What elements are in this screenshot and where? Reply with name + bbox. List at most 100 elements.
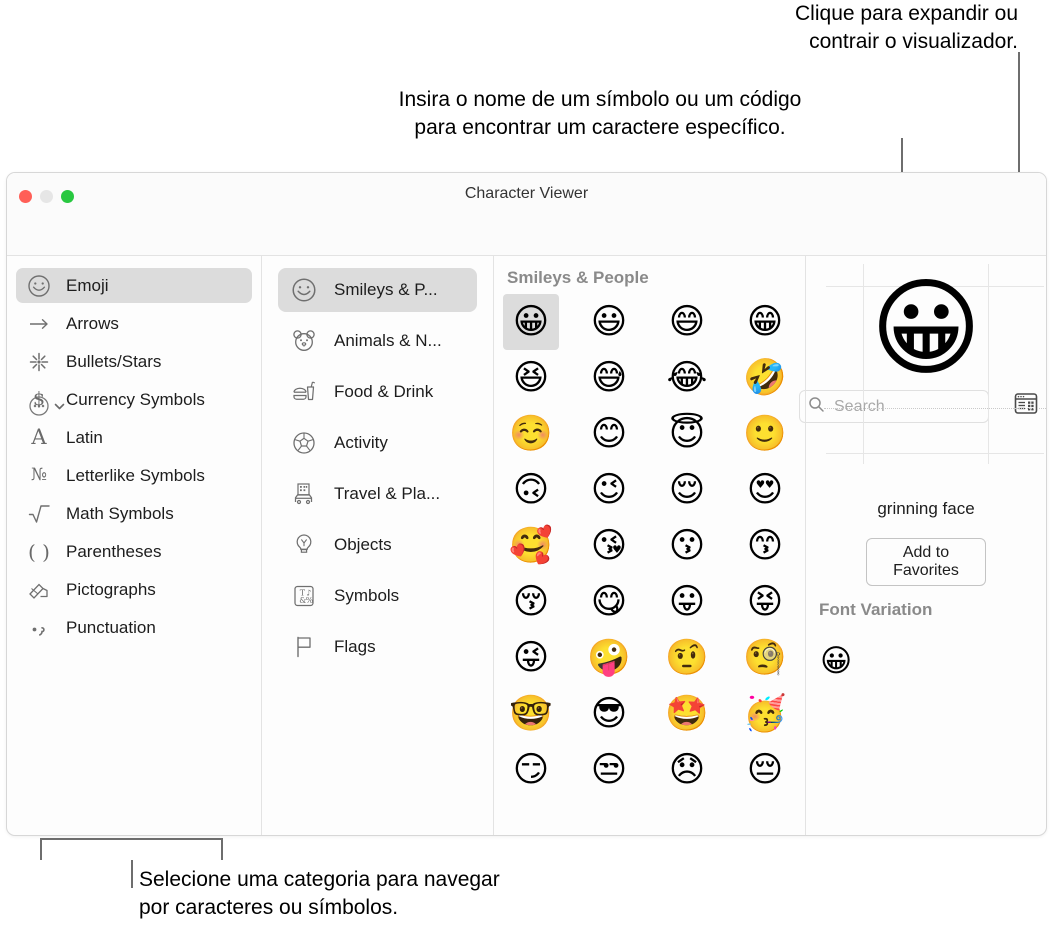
sidebar-item-label: Letterlike Symbols xyxy=(66,465,205,485)
character-cell[interactable]: 😉 xyxy=(581,462,637,518)
annotation-categories: Selecione uma categoria para navegar por… xyxy=(139,868,500,919)
sidebar-item-pictographs[interactable]: Pictographs xyxy=(16,572,252,607)
character-cell[interactable]: 🙂 xyxy=(737,406,793,462)
character-cell[interactable]: 😜 xyxy=(503,630,559,686)
character-cell[interactable]: 😝 xyxy=(737,574,793,630)
character-cell[interactable]: 🤓 xyxy=(503,686,559,742)
subcategory-item-label: Flags xyxy=(334,637,376,656)
subcategory-item-label: Food & Drink xyxy=(334,382,434,401)
character-cell[interactable]: 😎 xyxy=(581,686,637,742)
dollar-sign-icon: $ xyxy=(32,388,46,410)
page-title: Character Viewer xyxy=(464,185,589,202)
sidebar-item-label: Bullets/Stars xyxy=(66,351,162,371)
character-cell[interactable]: 🧐 xyxy=(737,630,793,686)
subcategory-item-activity[interactable]: Activity xyxy=(278,421,477,465)
character-cell[interactable]: 😍 xyxy=(737,462,793,518)
punctuation-icon xyxy=(26,615,52,641)
sidebar-item-math-symbols[interactable]: Math Symbols xyxy=(16,496,252,531)
symbols-box-icon: T ♪ &% xyxy=(290,582,318,610)
subcategory-item-flags[interactable]: Flags xyxy=(278,625,477,669)
character-cell[interactable]: 😏 xyxy=(503,742,559,798)
character-cell[interactable]: ☺️ xyxy=(503,406,559,462)
lightbulb-icon xyxy=(290,531,318,559)
letter-a-icon: A xyxy=(31,425,47,449)
bracket-top xyxy=(40,838,223,840)
window-titlebar: Character Viewer xyxy=(7,173,1046,256)
character-cell[interactable]: 😂 xyxy=(659,350,715,406)
subcategory-item-travel-pla[interactable]: Travel & Pla... xyxy=(278,472,477,516)
add-to-favorites-button[interactable]: Add to Favorites xyxy=(866,538,986,586)
character-cell[interactable]: 🤣 xyxy=(737,350,793,406)
preview-panel: 😀 grinning face Add to Favorites Font Va… xyxy=(806,256,1046,835)
sidebar-item-parentheses[interactable]: ( ) Parentheses xyxy=(16,534,252,569)
sidebar-item-label: Parentheses xyxy=(66,541,162,561)
sidebar-item-currency-symbols[interactable]: $ Currency Symbols xyxy=(16,382,252,417)
smiley-face-icon xyxy=(290,276,318,304)
character-grid: 😀 😃 😄 😁 😆 😅 😂 🤣 ☺️ 😊 😇 🙂 🙃 😉 😌 😍 🥰 😘 😗 😙 😚 😋 😛 😝 😜 🤪 🤨 🧐 🤓 😎 🤩 🥳 😏 😒 😞 😔 xyxy=(503,294,805,798)
subcategory-item-label: Symbols xyxy=(334,586,400,605)
character-cell[interactable]: 😒 xyxy=(581,742,637,798)
character-cell[interactable]: 😗 xyxy=(659,518,715,574)
svg-text:%: % xyxy=(306,596,314,605)
sidebar-item-label: Latin xyxy=(66,427,103,447)
character-cell[interactable]: 😋 xyxy=(581,574,637,630)
numero-sign-icon: № xyxy=(30,465,48,485)
sidebar-item-label: Currency Symbols xyxy=(66,389,205,409)
subcategory-item-animals-n[interactable]: Animals & N... xyxy=(278,319,477,363)
character-cell[interactable]: 🥰 xyxy=(503,518,559,574)
character-cell[interactable]: 😆 xyxy=(503,350,559,406)
character-cell[interactable]: 😄 xyxy=(659,294,715,350)
character-cell[interactable]: 🤪 xyxy=(581,630,637,686)
subcategory-item-smileys-p[interactable]: Smileys & P... xyxy=(278,268,477,312)
sidebar-item-label: Emoji xyxy=(66,275,109,295)
smiley-face-icon xyxy=(26,273,52,299)
sidebar-item-punctuation[interactable]: Punctuation xyxy=(16,610,252,645)
sidebar-item-bullets-stars[interactable]: Bullets/Stars xyxy=(16,344,252,379)
subcategory-item-label: Smileys & P... xyxy=(334,280,438,299)
character-cell[interactable]: 😀 xyxy=(503,294,559,350)
pictograph-hand-icon xyxy=(26,577,52,603)
font-variation-list: 😀 xyxy=(820,646,852,677)
character-cell[interactable]: 😅 xyxy=(581,350,637,406)
character-grid-panel: Smileys & People 😀 😃 😄 😁 😆 😅 😂 🤣 ☺️ 😊 😇 🙂 🙃 😉 😌 😍 🥰 😘 😗 😙 😚 😋… xyxy=(494,256,806,835)
sidebar-item-latin[interactable]: A Latin xyxy=(16,420,252,455)
flag-icon xyxy=(290,633,318,661)
character-cell[interactable]: 😞 xyxy=(659,742,715,798)
character-cell[interactable]: 😛 xyxy=(659,574,715,630)
font-variation-cell[interactable]: 😀 xyxy=(820,646,852,677)
sidebar-item-label: Punctuation xyxy=(66,617,156,637)
subcategory-item-objects[interactable]: Objects xyxy=(278,523,477,567)
sidebar-item-arrows[interactable]: Arrows xyxy=(16,306,252,341)
subcategory-item-label: Activity xyxy=(334,433,388,452)
character-cell[interactable]: 😁 xyxy=(737,294,793,350)
category-sidebar: Emoji Arrows Bullets/Stars $ Currency Symbol… xyxy=(7,256,262,835)
character-cell[interactable]: 😘 xyxy=(581,518,637,574)
character-cell[interactable]: 😙 xyxy=(737,518,793,574)
character-cell[interactable]: 🙃 xyxy=(503,462,559,518)
sidebar-item-letterlike-symbols[interactable]: № Letterlike Symbols xyxy=(16,458,252,493)
character-cell[interactable]: 🥳 xyxy=(737,686,793,742)
subcategory-item-food-drink[interactable]: Food & Drink xyxy=(278,370,477,414)
sidebar-item-label: Arrows xyxy=(66,313,119,333)
preview-character: 😀 xyxy=(870,267,982,391)
subcategory-item-symbols[interactable]: T ♪ &% Symbols xyxy=(278,574,477,618)
character-cell[interactable]: 😇 xyxy=(659,406,715,462)
bracket-left xyxy=(40,838,42,860)
preview-guides: 😀 xyxy=(806,256,1046,466)
character-cell[interactable]: 😚 xyxy=(503,574,559,630)
soccer-ball-icon xyxy=(290,429,318,457)
character-cell[interactable]: 😔 xyxy=(737,742,793,798)
burger-drink-icon xyxy=(290,378,318,406)
bracket-right xyxy=(221,838,223,860)
sidebar-item-emoji[interactable]: Emoji xyxy=(16,268,252,303)
leader-line-categories xyxy=(131,860,133,888)
character-cell[interactable]: 🤩 xyxy=(659,686,715,742)
character-cell[interactable]: 😌 xyxy=(659,462,715,518)
sidebar-item-label: Pictographs xyxy=(66,579,156,599)
font-variation-title: Font Variation xyxy=(819,600,933,619)
annotation-search-field: Insira o nome de um símbolo ou um código… xyxy=(398,88,802,139)
character-cell[interactable]: 😊 xyxy=(581,406,637,462)
character-cell[interactable]: 😃 xyxy=(581,294,637,350)
character-cell[interactable]: 🤨 xyxy=(659,630,715,686)
grid-section-title: Smileys & People xyxy=(507,268,649,287)
